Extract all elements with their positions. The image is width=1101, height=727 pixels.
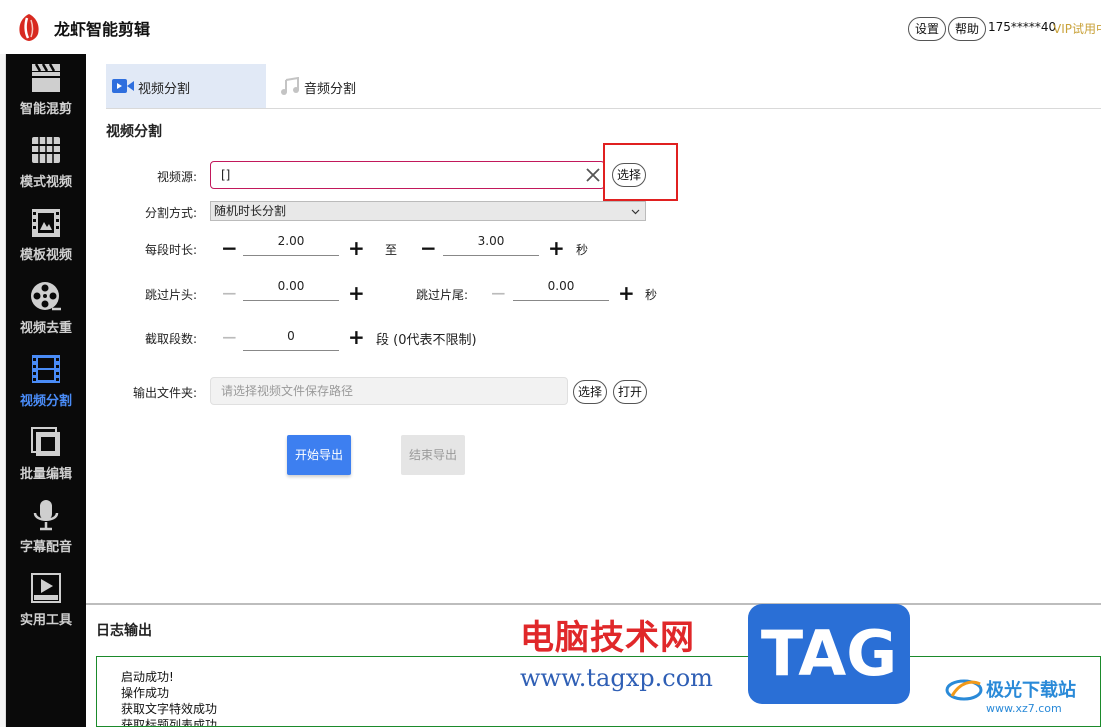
app-window: 龙虾智能剪辑 设置 帮助 175*****40 VIP试用中 智能混剪 模式视频 — [0, 0, 1101, 727]
sidebar-item-video-dedupe[interactable]: 视频去重 — [6, 273, 86, 346]
seconds-unit: 秒 — [576, 243, 589, 257]
help-button[interactable]: 帮助 — [948, 17, 987, 41]
clear-icon[interactable] — [585, 167, 601, 183]
sidebar-item-video-split[interactable]: 视频分割 — [6, 346, 86, 419]
batch-edit-icon — [31, 427, 60, 456]
skip-head-label: 跳过片头: — [145, 288, 198, 302]
microphone-icon — [33, 500, 59, 531]
skip-head-minus-button[interactable]: − — [221, 283, 238, 303]
segment-count-plus-button[interactable]: + — [348, 327, 365, 347]
skip-tail-label: 跳过片尾: — [416, 288, 469, 302]
output-folder-label: 输出文件夹: — [133, 386, 198, 400]
aurora-logo-icon — [945, 679, 983, 701]
segment-count-minus-button[interactable]: − — [221, 327, 238, 347]
skip-tail-input[interactable]: 0.00 — [513, 279, 609, 301]
log-line: 获取标题列表成功 — [121, 718, 218, 727]
split-mode-label: 分割方式: — [145, 206, 198, 220]
video-camera-icon — [112, 79, 134, 93]
sidebar: 智能混剪 模式视频 模板视频 视频去重 视频分割 批量编辑 字幕配音 实用工具 — [6, 54, 86, 727]
sidebar-item-subtitle-dub[interactable]: 字幕配音 — [6, 492, 86, 565]
logo-play-icon — [31, 573, 61, 603]
sidebar-item-smart-mix[interactable]: 智能混剪 — [6, 54, 86, 127]
log-line: 操作成功 — [121, 686, 170, 700]
choose-output-button[interactable]: 选择 — [573, 380, 608, 404]
film-stack-icon — [32, 137, 60, 163]
start-export-button[interactable]: 开始导出 — [287, 435, 351, 475]
tab-label: 视频分割 — [138, 82, 191, 97]
tab-label: 音频分割 — [304, 82, 357, 97]
skip-tail-minus-button[interactable]: − — [490, 283, 507, 303]
clapperboard-icon — [32, 63, 60, 92]
app-logo-icon — [19, 14, 39, 41]
output-folder-input[interactable]: 请选择视频文件保存路径 — [210, 377, 568, 405]
user-id: 175*****40 — [988, 20, 1057, 34]
duration-min-minus-button[interactable]: − — [221, 238, 238, 258]
sidebar-item-label: 模板视频 — [19, 248, 72, 263]
sidebar-item-label: 实用工具 — [19, 613, 72, 628]
vip-status[interactable]: VIP试用中 — [1053, 20, 1101, 37]
segment-count-label: 截取段数: — [145, 332, 198, 346]
skip-head-plus-button[interactable]: + — [348, 283, 365, 303]
to-label: 至 — [385, 243, 398, 257]
video-source-label: 视频源: — [157, 170, 198, 184]
duration-max-plus-button[interactable]: + — [548, 238, 565, 258]
music-note-icon — [281, 77, 299, 95]
watermark-xz-url: www.xz7.com — [986, 702, 1062, 715]
log-line: 启动成功! — [121, 670, 174, 684]
watermark-site-url: www.tagxp.com — [520, 664, 713, 692]
sidebar-item-label: 视频分割 — [19, 394, 72, 409]
template-film-icon — [32, 209, 60, 237]
film-strip-icon — [32, 355, 60, 383]
tab-divider — [106, 108, 1101, 109]
segment-count-input[interactable]: 0 — [243, 329, 339, 351]
settings-button[interactable]: 设置 — [908, 17, 947, 41]
log-title: 日志输出 — [96, 623, 152, 639]
tab-audio-split[interactable]: 音频分割 — [266, 64, 416, 108]
section-title: 视频分割 — [106, 124, 162, 140]
sidebar-item-template-video[interactable]: 模板视频 — [6, 200, 86, 273]
watermark-site-name: 电脑技术网 — [520, 618, 695, 658]
sidebar-item-label: 批量编辑 — [19, 467, 72, 482]
skip-tail-plus-button[interactable]: + — [618, 283, 635, 303]
sidebar-item-mode-video[interactable]: 模式视频 — [6, 127, 86, 200]
title-bar: 龙虾智能剪辑 设置 帮助 175*****40 VIP试用中 — [0, 0, 1101, 54]
highlight-box — [603, 143, 678, 201]
sidebar-item-utility-tools[interactable]: 实用工具 — [6, 565, 86, 638]
sidebar-item-label: 模式视频 — [19, 175, 72, 190]
watermark-tag-logo: TAG — [748, 604, 910, 704]
sidebar-item-batch-edit[interactable]: 批量编辑 — [6, 419, 86, 492]
app-title: 龙虾智能剪辑 — [54, 20, 151, 39]
chevron-down-icon — [631, 209, 640, 215]
seconds-unit: 秒 — [645, 288, 658, 302]
sidebar-item-label: 智能混剪 — [19, 102, 72, 117]
split-mode-select[interactable]: 随机时长分割 — [210, 201, 646, 221]
open-output-button[interactable]: 打开 — [613, 380, 648, 404]
segment-count-hint: 段 (0代表不限制) — [376, 333, 477, 348]
tab-video-split[interactable]: 视频分割 — [106, 64, 266, 108]
sidebar-item-label: 视频去重 — [19, 321, 72, 336]
log-line: 获取文字特效成功 — [121, 702, 218, 716]
film-reel-icon — [31, 282, 61, 311]
stop-export-button: 结束导出 — [401, 435, 465, 475]
watermark-xz-name: 极光下载站 — [986, 680, 1076, 701]
segment-duration-label: 每段时长: — [145, 243, 198, 257]
video-source-input[interactable]: [] — [210, 161, 605, 189]
duration-max-input[interactable]: 3.00 — [443, 234, 539, 256]
split-mode-value: 随机时长分割 — [214, 204, 287, 218]
duration-min-plus-button[interactable]: + — [348, 238, 365, 258]
skip-head-input[interactable]: 0.00 — [243, 279, 339, 301]
duration-max-minus-button[interactable]: − — [420, 238, 437, 258]
sidebar-item-label: 字幕配音 — [19, 540, 72, 555]
log-divider — [86, 603, 1101, 605]
duration-min-input[interactable]: 2.00 — [243, 234, 339, 256]
